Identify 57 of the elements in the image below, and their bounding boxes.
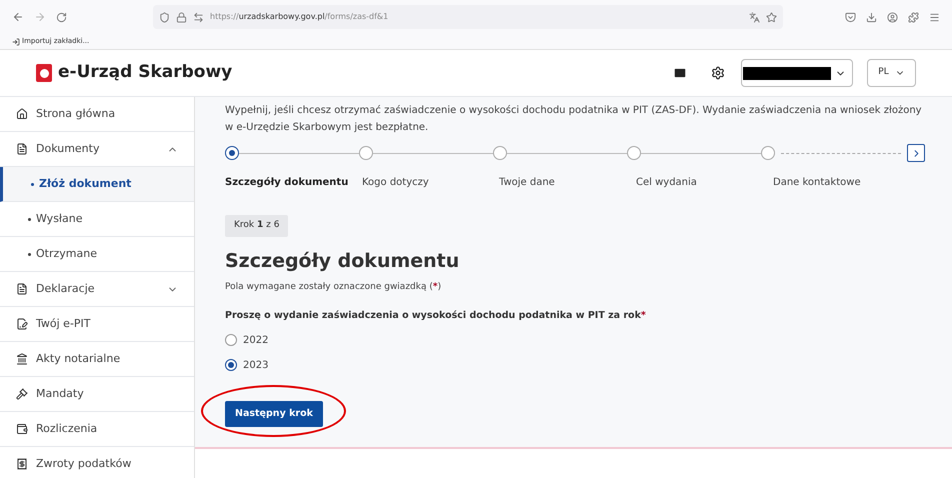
radio-option[interactable]: 2022 — [225, 332, 268, 348]
sidebar-item[interactable]: Akty notarialne — [0, 342, 194, 377]
required-note: Pola wymagane zostały oznaczone gwiazdką (*) — [225, 281, 442, 294]
intro-text: Wypełnij, jeśli chcesz otrzymać zaświadczenie o wysokości dochodu podatnika w PIT (ZAS-DF). Wydanie zaświadczenia na wniosek złożony w e-Urzędzie Skarbowym jest bezpłatne. — [225, 104, 923, 135]
emblem-icon — [36, 64, 52, 82]
sidebar-item[interactable]: Mandaty — [0, 377, 194, 412]
menu-item-icon — [16, 318, 28, 330]
sidebar-item[interactable]: Deklaracje — [0, 272, 194, 307]
radio-option[interactable]: 2023 — [225, 358, 268, 373]
sidebar-subitem[interactable]: Złóż dokument — [0, 167, 194, 202]
radio-button[interactable] — [225, 334, 237, 346]
address-bar[interactable]: https://urzadskarbowy.gov.pl/forms/zas-df&1 — [153, 5, 783, 29]
sidebar-item[interactable]: Strona główna — [0, 97, 194, 132]
menu-item-icon — [16, 143, 28, 155]
page-title: Szczegóły dokumentu — [225, 248, 460, 274]
lock-icon — [176, 12, 187, 22]
site-logo[interactable]: e-Urząd Skarbowy — [58, 60, 232, 86]
menu-item-icon — [16, 458, 28, 470]
shield-icon — [159, 12, 170, 22]
next-steps-button[interactable] — [907, 144, 925, 162]
extensions-icon[interactable] — [908, 12, 919, 22]
download-icon[interactable] — [866, 12, 877, 22]
bullet-icon — [28, 218, 31, 220]
translate-icon[interactable] — [749, 12, 760, 22]
menu-item-icon — [16, 353, 28, 365]
back-icon[interactable] — [12, 11, 24, 23]
menu-item-icon — [16, 388, 28, 400]
account-dropdown[interactable] — [741, 59, 853, 87]
radio-button[interactable] — [225, 359, 237, 372]
step-label: Kogo dotyczy — [362, 177, 429, 188]
menu-item-icon — [16, 283, 28, 295]
menu-item-icon — [16, 108, 28, 120]
language-dropdown[interactable]: PL — [867, 59, 916, 87]
sidebar-item[interactable]: Twój e-PIT — [0, 307, 194, 342]
settings-icon[interactable] — [711, 66, 725, 80]
menu-icon[interactable] — [929, 12, 940, 22]
star-icon[interactable] — [766, 12, 777, 22]
url-text: https://urzadskarbowy.gov.pl/forms/zas-df&1 — [210, 11, 390, 23]
account-icon[interactable] — [887, 12, 898, 22]
import-icon — [12, 38, 20, 46]
step-label: Szczegóły dokumentu — [225, 177, 348, 188]
sidebar-item[interactable]: Rozliczenia — [0, 412, 194, 447]
permissions-icon — [193, 12, 204, 22]
bullet-icon — [28, 252, 31, 256]
step-label: Dane kontaktowe — [773, 177, 861, 188]
bullet-icon — [31, 182, 34, 186]
menu-item-icon — [16, 423, 28, 435]
sidebar-subitem[interactable]: Otrzymane — [0, 237, 194, 272]
question-label: Proszę o wydanie zaświadczenia o wysokości dochodu podatnika w PIT za rok* — [225, 308, 647, 322]
pocket-icon[interactable] — [845, 12, 856, 22]
sidebar-item[interactable]: Zwroty podatków — [0, 447, 194, 478]
step-counter: Krok 1 z 6 — [225, 215, 288, 236]
reload-icon[interactable] — [56, 12, 67, 22]
next-step-button[interactable]: Następny krok — [225, 400, 323, 427]
step-label: Cel wydania — [636, 177, 697, 188]
step-label: Twoje dane — [499, 177, 555, 188]
sidebar-subitem[interactable]: Wysłane — [0, 202, 194, 237]
